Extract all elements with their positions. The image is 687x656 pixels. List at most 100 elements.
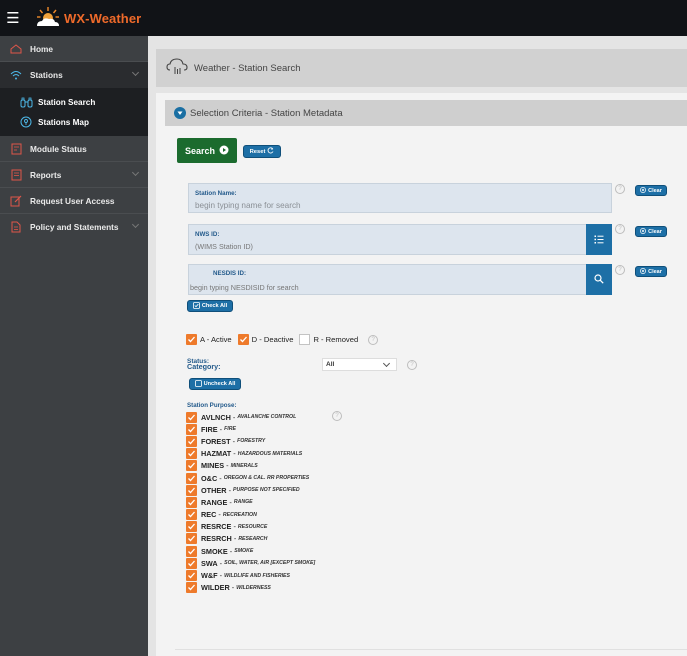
station-purpose-item[interactable]: FIRE - FIRE bbox=[186, 423, 315, 435]
sidebar-item-station-search[interactable]: Station Search bbox=[0, 92, 148, 112]
station-purpose-item[interactable]: RESRCE - RESOURCE bbox=[186, 521, 315, 533]
main-content: Weather - Station Search Selection Crite… bbox=[148, 36, 687, 656]
uncheck-all-label: Uncheck All bbox=[203, 381, 236, 387]
list-picker-button[interactable] bbox=[586, 224, 612, 255]
help-icon[interactable]: ? bbox=[615, 224, 625, 234]
nesdis-id-field[interactable]: NESDIS ID: begin typing NESDISID for sea… bbox=[188, 264, 612, 295]
weather-logo-icon bbox=[32, 6, 62, 30]
purpose-description: HAZARDOUS MATERIALS bbox=[237, 450, 303, 457]
help-icon[interactable]: ? bbox=[332, 411, 342, 421]
sidebar-item-policy[interactable]: Policy and Statements bbox=[0, 214, 148, 239]
purpose-checkbox[interactable] bbox=[186, 509, 197, 521]
station-purpose-item[interactable]: SMOKE - SMOKE bbox=[186, 545, 315, 557]
clear-nesdis-id-button[interactable]: Clear bbox=[635, 266, 667, 277]
sidebar-item-label: Request User Access bbox=[30, 195, 115, 206]
search-button[interactable]: Search bbox=[177, 138, 237, 163]
purpose-description: FIRE bbox=[224, 426, 236, 433]
chevron-down-icon bbox=[131, 220, 140, 229]
purpose-description: RESEARCH bbox=[238, 535, 268, 542]
nesdis-search-button[interactable] bbox=[586, 264, 612, 295]
status-active-label: A - Active bbox=[200, 335, 232, 344]
chevron-down-icon bbox=[382, 359, 391, 368]
app-title: WX-Weather bbox=[64, 10, 142, 26]
station-purpose-item[interactable]: OTHER - PURPOSE NOT SPECIFIED bbox=[186, 484, 315, 496]
clear-nws-id-button[interactable]: Clear bbox=[635, 226, 667, 237]
status-active-checkbox[interactable] bbox=[186, 334, 197, 345]
wifi-icon bbox=[9, 68, 23, 82]
purpose-checkbox[interactable] bbox=[186, 423, 197, 435]
status-removed-checkbox[interactable] bbox=[299, 334, 311, 345]
search-button-label: Search bbox=[184, 145, 216, 156]
purpose-checkbox[interactable] bbox=[186, 496, 197, 508]
station-purpose-item[interactable]: W&F - WILDLIFE AND FISHERIES bbox=[186, 569, 315, 582]
sidebar-item-stations[interactable]: Stations bbox=[0, 62, 148, 88]
checkbox-empty-icon bbox=[194, 379, 202, 389]
purpose-checkbox[interactable] bbox=[186, 460, 197, 472]
purpose-description: RECREATION bbox=[222, 511, 257, 518]
clear-station-name-button[interactable]: Clear bbox=[635, 185, 667, 196]
help-icon[interactable]: ? bbox=[615, 184, 625, 194]
purpose-checkbox[interactable] bbox=[186, 472, 197, 484]
status-deactive-checkbox[interactable] bbox=[237, 334, 249, 345]
collapse-toggle-icon[interactable] bbox=[174, 107, 186, 119]
purpose-checkbox[interactable] bbox=[186, 557, 197, 569]
station-purpose-item[interactable]: SWA - SOIL, WATER, AIR [Except SMOKE] bbox=[186, 557, 315, 569]
sidebar-item-request-user-access[interactable]: Request User Access bbox=[0, 188, 148, 213]
purpose-checkbox[interactable] bbox=[186, 521, 197, 533]
station-purpose-item[interactable]: FOREST - FORESTRY bbox=[186, 435, 315, 447]
purpose-code: W&F bbox=[201, 571, 218, 581]
station-purpose-item[interactable]: O&C - OREGON & CAL. RR PROPERTIES bbox=[186, 472, 315, 484]
purpose-description: OREGON & CAL. RR PROPERTIES bbox=[223, 475, 310, 482]
top-bar: ☰ WX-Weather bbox=[0, 0, 687, 36]
purpose-description: MINERALS bbox=[230, 462, 258, 469]
sidebar-item-home[interactable]: Home bbox=[0, 36, 148, 61]
nesdis-id-placeholder: begin typing NESDISID for search bbox=[190, 283, 299, 292]
station-purpose-item[interactable]: AVLNCH - AVALANCHE CONTROL bbox=[186, 411, 315, 423]
check-all-button[interactable]: Check All bbox=[187, 300, 233, 312]
purpose-checkbox[interactable] bbox=[186, 484, 197, 496]
uncheck-all-button[interactable]: Uncheck All bbox=[189, 378, 241, 390]
purpose-code: O&C bbox=[201, 473, 218, 483]
reset-button[interactable]: Reset bbox=[243, 145, 281, 158]
close-circle-icon bbox=[640, 267, 647, 276]
sidebar-item-module-status[interactable]: Module Status bbox=[0, 136, 148, 161]
section-header[interactable]: Selection Criteria - Station Metadata bbox=[165, 100, 687, 126]
purpose-checkbox[interactable] bbox=[186, 545, 197, 557]
help-icon[interactable]: ? bbox=[368, 334, 379, 345]
help-icon[interactable]: ? bbox=[407, 360, 417, 370]
nws-id-placeholder: (WIMS Station ID) bbox=[195, 242, 253, 251]
nws-id-field[interactable]: NWS ID: (WIMS Station ID) bbox=[188, 224, 612, 255]
purpose-code: RESRCH bbox=[201, 534, 232, 544]
hamburger-menu-icon[interactable]: ☰ bbox=[0, 0, 26, 36]
sidebar-item-label: Home bbox=[30, 43, 54, 54]
purpose-checkbox[interactable] bbox=[186, 411, 197, 423]
station-purpose-item[interactable]: RANGE - RANGE bbox=[186, 496, 315, 508]
station-purpose-item[interactable]: MINES - MINERALS bbox=[186, 460, 315, 472]
purpose-description: SOIL, WATER, AIR [Except SMOKE] bbox=[224, 560, 316, 567]
category-select[interactable]: All bbox=[322, 358, 397, 371]
station-purpose-item[interactable]: REC - RECREATION bbox=[186, 509, 315, 521]
weather-cloud-icon bbox=[166, 56, 188, 81]
app-logo[interactable]: WX-Weather bbox=[32, 6, 141, 30]
purpose-checkbox[interactable] bbox=[186, 533, 197, 545]
page-title: Weather - Station Search bbox=[194, 62, 301, 74]
station-purpose-item[interactable]: WILDER - WILDERNESS bbox=[186, 582, 315, 594]
station-purpose-item[interactable]: RESRCH - RESEARCH bbox=[186, 533, 315, 545]
purpose-checkbox[interactable] bbox=[186, 570, 197, 582]
sidebar-item-stations-map[interactable]: Stations Map bbox=[0, 112, 148, 132]
purpose-checkbox[interactable] bbox=[186, 582, 197, 594]
section-title: Selection Criteria - Station Metadata bbox=[190, 107, 343, 119]
nesdis-id-label: NESDIS ID: bbox=[213, 270, 247, 277]
category-label: Category: bbox=[187, 362, 221, 371]
map-pin-icon bbox=[19, 115, 33, 129]
sidebar-item-reports[interactable]: Reports bbox=[0, 162, 148, 187]
help-icon[interactable]: ? bbox=[615, 265, 625, 275]
purpose-description: WILDLIFE AND FISHERIES bbox=[224, 572, 290, 579]
purpose-code: FOREST bbox=[201, 436, 231, 446]
sidebar-item-label: Policy and Statements bbox=[30, 221, 119, 232]
station-purpose-item[interactable]: HAZMAT - HAZARDOUS MATERIALS bbox=[186, 448, 315, 460]
reset-button-label: Reset bbox=[249, 148, 266, 155]
station-name-field[interactable]: Station Name: begin typing name for sear… bbox=[188, 183, 612, 213]
purpose-checkbox[interactable] bbox=[186, 435, 197, 447]
purpose-checkbox[interactable] bbox=[186, 448, 197, 460]
